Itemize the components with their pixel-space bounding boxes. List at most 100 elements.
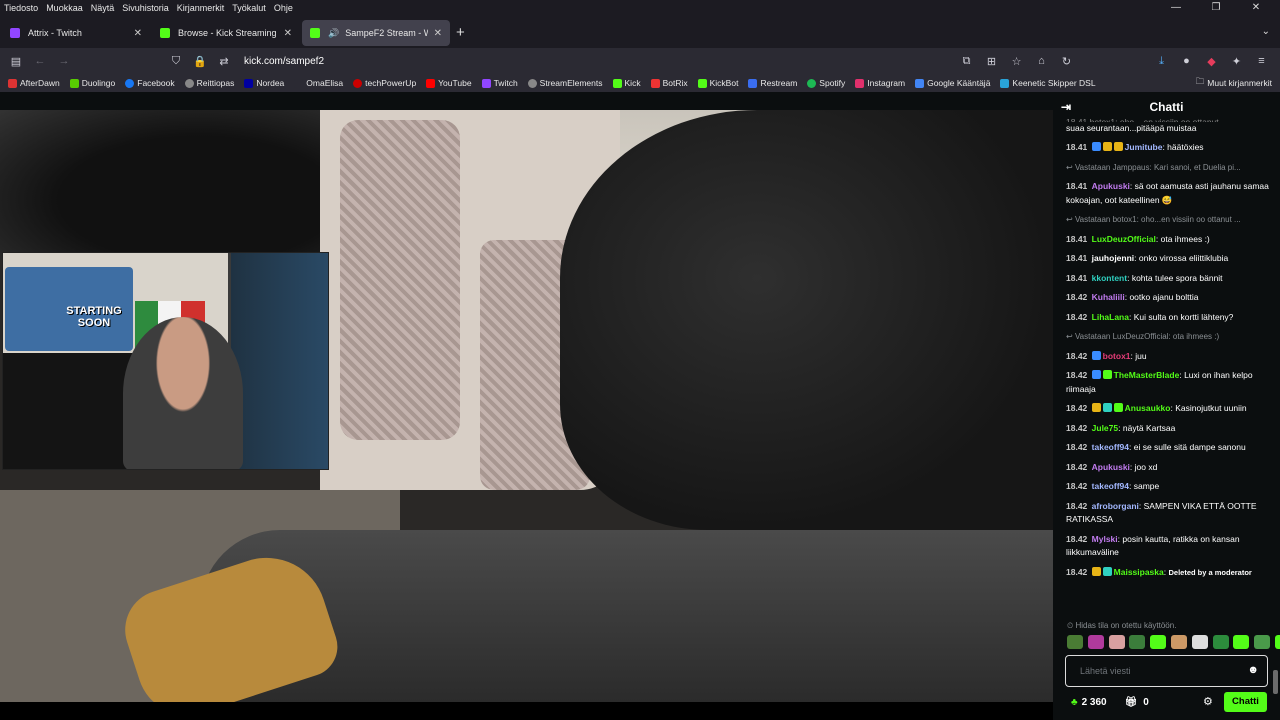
- bookmark-star-icon[interactable]: ☆: [1004, 55, 1029, 68]
- minimize-icon[interactable]: —: [1160, 0, 1192, 16]
- emote-icon[interactable]: [1087, 635, 1104, 649]
- bookmark-nordea[interactable]: Nordea: [244, 78, 284, 88]
- reply-context: ↩ Vastataan Jamppaus: Kari sanoi, et Due…: [1066, 161, 1271, 175]
- bookmark-botrix[interactable]: BotRix: [650, 78, 688, 88]
- chat-input[interactable]: [1066, 656, 1236, 686]
- globe-icon: [184, 78, 194, 88]
- emote-icon[interactable]: [1233, 635, 1250, 649]
- chat-username[interactable]: Apukuski: [1092, 181, 1130, 191]
- other-bookmarks[interactable]: 🗀 Muut kirjanmerkit: [1196, 74, 1272, 92]
- tab-kick-browse[interactable]: Browse - Kick Streaming ✕: [152, 20, 300, 46]
- chat-username[interactable]: Jumitube: [1125, 142, 1163, 152]
- list-tabs-icon[interactable]: ⌄: [1262, 26, 1270, 37]
- bookmark-techpowerup[interactable]: techPowerUp: [353, 78, 416, 88]
- shield-icon[interactable]: ⛉: [164, 55, 188, 68]
- chat-username[interactable]: LuxDeuzOfficial: [1092, 234, 1156, 244]
- collapse-chat-icon[interactable]: ⇥: [1061, 100, 1071, 114]
- chat-username[interactable]: kkontent: [1092, 273, 1127, 283]
- bookmark-twitch[interactable]: Twitch: [481, 78, 518, 88]
- lock-icon[interactable]: 🔒: [188, 55, 212, 68]
- save-page-icon[interactable]: ⊞: [979, 55, 1004, 68]
- chat-message: 18.42 Kuhaliili: ootko ajanu bolttia: [1066, 292, 1199, 302]
- extensions-icon[interactable]: ✦: [1224, 55, 1249, 68]
- chat-message: 18.42 Mylski: posin kautta, ratikka on k…: [1066, 533, 1240, 558]
- chat-username[interactable]: Maissipaska: [1114, 567, 1164, 577]
- chat-username[interactable]: Apukuski: [1092, 462, 1130, 472]
- speaker-icon[interactable]: 🔊: [328, 28, 339, 39]
- menu-bookmarks[interactable]: Kirjanmerkit: [177, 3, 225, 13]
- sidebar-toggle-icon[interactable]: ▤: [4, 55, 28, 68]
- emoji-icon[interactable]: ☻: [1247, 664, 1259, 676]
- chat-username[interactable]: LihaLana: [1092, 312, 1129, 322]
- bookmark-duolingo[interactable]: Duolingo: [69, 78, 115, 88]
- chat-username[interactable]: TheMasterBlade: [1114, 370, 1180, 380]
- chat-settings-icon[interactable]: ⚙: [1203, 695, 1213, 708]
- bookmark-reittiopas[interactable]: Reittiopas: [184, 78, 234, 88]
- reload-icon[interactable]: ↻: [1054, 55, 1079, 68]
- chat-messages[interactable]: 18.41 botox1: oho....en vissiin oo ottan…: [1066, 116, 1271, 579]
- downloads-icon[interactable]: ⤓: [1149, 55, 1174, 68]
- chat-input-box[interactable]: ☻: [1065, 655, 1268, 687]
- menu-history[interactable]: Sivuhistoria: [122, 3, 169, 13]
- bookmark-restream[interactable]: Restream: [748, 78, 797, 88]
- forward-icon[interactable]: →: [52, 55, 76, 67]
- chat-username[interactable]: takeoff94: [1092, 442, 1129, 452]
- emote-icon[interactable]: [1170, 635, 1187, 649]
- account-icon[interactable]: ●: [1174, 55, 1199, 67]
- bookmark-instagram[interactable]: Instagram: [855, 78, 905, 88]
- chat-footer: ♣ 2 360 🎁︎ 0 ⚙ Chatti: [1053, 692, 1280, 712]
- menu-view[interactable]: Näytä: [91, 3, 115, 13]
- maximize-icon[interactable]: ❐: [1200, 0, 1232, 16]
- emote-icon[interactable]: [1067, 635, 1083, 649]
- user-badge-icon: [1102, 370, 1112, 379]
- chat-username[interactable]: jauhojenni: [1092, 253, 1135, 263]
- close-tab-icon[interactable]: ✕: [284, 28, 292, 39]
- menu-tools[interactable]: Työkalut: [232, 3, 266, 13]
- viewer-count: ♣ 2 360: [1071, 697, 1107, 708]
- menu-icon[interactable]: ≡: [1249, 55, 1274, 67]
- tab-sampef2-stream[interactable]: 🔊 SampeF2 Stream - Watch Li ✕: [302, 20, 450, 46]
- chat-username[interactable]: botox1: [1103, 351, 1131, 361]
- bookmark-keenetic[interactable]: Keenetic Skipper DSL: [1000, 78, 1096, 88]
- permissions-icon[interactable]: ⇄: [212, 55, 236, 68]
- chat-username[interactable]: Jule75: [1092, 423, 1118, 433]
- bookmark-youtube[interactable]: YouTube: [426, 78, 472, 88]
- extension-icon[interactable]: ◆: [1199, 55, 1224, 68]
- chat-username[interactable]: Mylski: [1092, 534, 1118, 544]
- menu-help[interactable]: Ohje: [274, 3, 293, 13]
- gift-count[interactable]: 🎁︎ 0: [1125, 697, 1149, 708]
- menu-file[interactable]: Tiedosto: [4, 3, 38, 13]
- chat-username[interactable]: Anusaukko: [1125, 403, 1171, 413]
- picture-in-picture-icon[interactable]: ⧉: [954, 55, 979, 68]
- chat-username[interactable]: afroborgani: [1092, 501, 1139, 511]
- bookmark-google-translate[interactable]: Google Kääntäjä: [915, 78, 990, 88]
- emote-icon[interactable]: [1212, 635, 1229, 649]
- emote-icon[interactable]: [1129, 635, 1146, 649]
- bookmark-streamelements[interactable]: StreamElements: [527, 78, 603, 88]
- bookmark-omaelisa[interactable]: OmaElisa: [294, 78, 343, 88]
- home-icon[interactable]: ⌂: [1029, 55, 1054, 67]
- bookmark-kickbot[interactable]: KickBot: [697, 78, 738, 88]
- url-field[interactable]: kick.com/sampef2: [244, 56, 324, 67]
- bookmark-facebook[interactable]: Facebook: [125, 78, 175, 88]
- send-chat-button[interactable]: Chatti: [1224, 692, 1267, 712]
- chat-username[interactable]: takeoff94: [1092, 481, 1129, 491]
- chat-username[interactable]: Kuhaliili: [1092, 292, 1125, 302]
- emote-icon[interactable]: [1191, 635, 1208, 649]
- chat-message: 18.42 takeoff94: sampe: [1066, 481, 1160, 491]
- close-tab-icon[interactable]: ✕: [134, 28, 142, 39]
- new-tab-icon[interactable]: +: [456, 24, 465, 41]
- emote-icon[interactable]: [1150, 635, 1167, 649]
- menu-edit[interactable]: Muokkaa: [46, 3, 83, 13]
- emote-icon[interactable]: [1274, 635, 1280, 649]
- emote-icon[interactable]: [1108, 635, 1125, 649]
- bookmark-spotify[interactable]: Spotify: [807, 78, 845, 88]
- bookmark-kick[interactable]: Kick: [612, 78, 641, 88]
- close-window-icon[interactable]: ✕: [1240, 0, 1272, 16]
- close-tab-icon[interactable]: ✕: [434, 28, 442, 39]
- tab-twitch[interactable]: Attrix - Twitch ✕: [2, 20, 150, 46]
- emote-icon[interactable]: [1254, 635, 1271, 649]
- chat-scrollbar[interactable]: [1273, 670, 1278, 694]
- bookmark-afterdawn[interactable]: AfterDawn: [8, 78, 60, 88]
- back-icon[interactable]: ←: [28, 55, 52, 67]
